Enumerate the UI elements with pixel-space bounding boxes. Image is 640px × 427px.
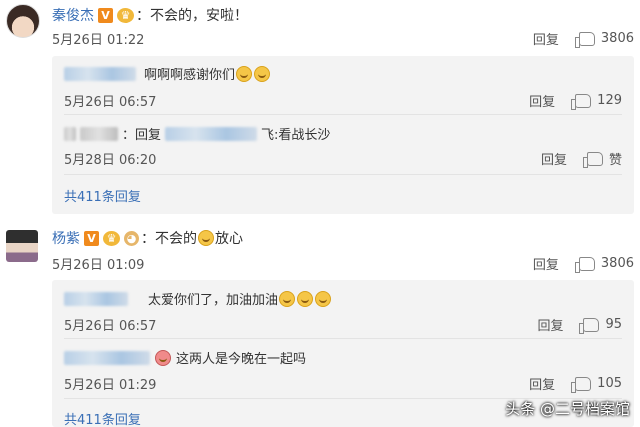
like-button[interactable]: 3806 — [574, 256, 634, 273]
emoji-icon — [198, 230, 214, 246]
comment-actions: 回复 3806 — [533, 254, 634, 273]
emoji-icon — [279, 290, 296, 307]
reply-button[interactable]: 回复 — [533, 29, 559, 48]
username[interactable]: 秦俊杰 — [52, 5, 94, 25]
avatar[interactable] — [6, 4, 40, 38]
emoji-icon — [315, 290, 332, 307]
like-count: 95 — [605, 317, 622, 332]
comment-line: 秦俊杰 V ♛ ：不会的，安啦！ — [52, 5, 248, 25]
like-count: 3806 — [600, 31, 634, 46]
divider — [64, 338, 622, 339]
comment-text: ：不会的 — [141, 231, 197, 247]
like-button[interactable]: 105 — [571, 376, 622, 393]
comment-actions: 回复 3806 — [533, 29, 634, 48]
view-all-replies-link[interactable]: 共411条回复 — [64, 409, 141, 427]
reply-button[interactable]: 回复 — [529, 374, 555, 393]
reply-text: 啊啊啊感谢你们 — [144, 68, 236, 83]
reply-line: ：回复 飞:看战长沙 — [64, 124, 330, 143]
emoji-icon — [236, 65, 253, 82]
reply-button[interactable]: 回复 — [533, 254, 559, 273]
dog-badge-icon: ◕ — [124, 230, 139, 246]
reply-actions: 回复 105 — [529, 374, 622, 393]
watermark: 头条 @二号档案馆 — [505, 400, 630, 418]
comment-text: ：不会的，安啦！ — [136, 8, 248, 24]
vip-badge-icon: V — [98, 7, 113, 23]
reply-timestamp: 5月26日 01:29 — [64, 378, 157, 393]
thumbs-up-icon — [571, 93, 592, 110]
thumbs-up-icon — [582, 151, 603, 168]
blurred-username — [64, 66, 136, 81]
timestamp: 5月26日 01:22 — [52, 33, 145, 48]
emoji-icon — [254, 65, 271, 82]
divider — [64, 174, 622, 175]
vip-badge-icon: V — [84, 230, 99, 246]
reply-timestamp: 5月26日 06:57 — [64, 319, 157, 334]
blurred-username — [80, 126, 118, 141]
like-count: 赞 — [608, 153, 622, 168]
reply-button[interactable]: 回复 — [529, 91, 555, 110]
like-button[interactable]: 赞 — [582, 149, 622, 168]
emoji-icon — [155, 349, 171, 366]
like-count: 105 — [597, 376, 622, 391]
reply-line: 这两人是今晚在一起吗 — [64, 348, 306, 367]
reply-actions: 回复 129 — [529, 91, 622, 110]
reply-prefix: ：回复 — [122, 128, 162, 143]
view-all-replies-link[interactable]: 共411条回复 — [64, 186, 141, 205]
thumbs-up-icon — [574, 256, 595, 273]
reply-timestamp: 5月28日 06:20 — [64, 153, 157, 168]
reply-actions: 回复 95 — [537, 315, 622, 334]
reply-line: 啊啊啊感谢你们 — [64, 64, 271, 83]
blurred-username — [64, 291, 128, 306]
thumbs-up-icon — [574, 31, 595, 48]
crown-badge-icon: ♛ — [103, 230, 120, 246]
avatar[interactable] — [6, 230, 38, 262]
reply-text: 飞:看战长沙 — [261, 128, 331, 143]
like-button[interactable]: 95 — [579, 317, 622, 334]
reply-actions: 回复 赞 — [541, 149, 622, 168]
divider — [64, 114, 622, 115]
thumbs-up-icon — [571, 376, 592, 393]
reply-line: 太爱你们了，加油加油 — [64, 289, 332, 308]
reply-text: 太爱你们了，加油加油 — [148, 293, 279, 308]
reply-timestamp: 5月26日 06:57 — [64, 95, 157, 110]
replies-panel: 啊啊啊感谢你们 5月26日 06:57 回复 129 ：回复 飞:看战长沙 5月… — [52, 56, 634, 214]
reply-button[interactable]: 回复 — [541, 149, 567, 168]
reply-button[interactable]: 回复 — [537, 315, 563, 334]
thumbs-up-icon — [579, 317, 600, 334]
comment-line: 杨紫 V ♛ ◕ ：不会的 放心 — [52, 228, 243, 248]
like-count: 129 — [597, 93, 622, 108]
blurred-username — [165, 126, 258, 141]
like-button[interactable]: 129 — [571, 93, 622, 110]
comment-text: 放心 — [215, 231, 243, 247]
blurred-username — [64, 126, 76, 141]
crown-badge-icon: ♛ — [117, 7, 134, 23]
like-button[interactable]: 3806 — [574, 31, 634, 48]
like-count: 3806 — [600, 256, 634, 271]
emoji-icon — [297, 290, 314, 307]
blurred-username — [64, 350, 150, 365]
reply-text: 这两人是今晚在一起吗 — [176, 352, 307, 367]
timestamp: 5月26日 01:09 — [52, 258, 145, 273]
username[interactable]: 杨紫 — [52, 228, 80, 248]
